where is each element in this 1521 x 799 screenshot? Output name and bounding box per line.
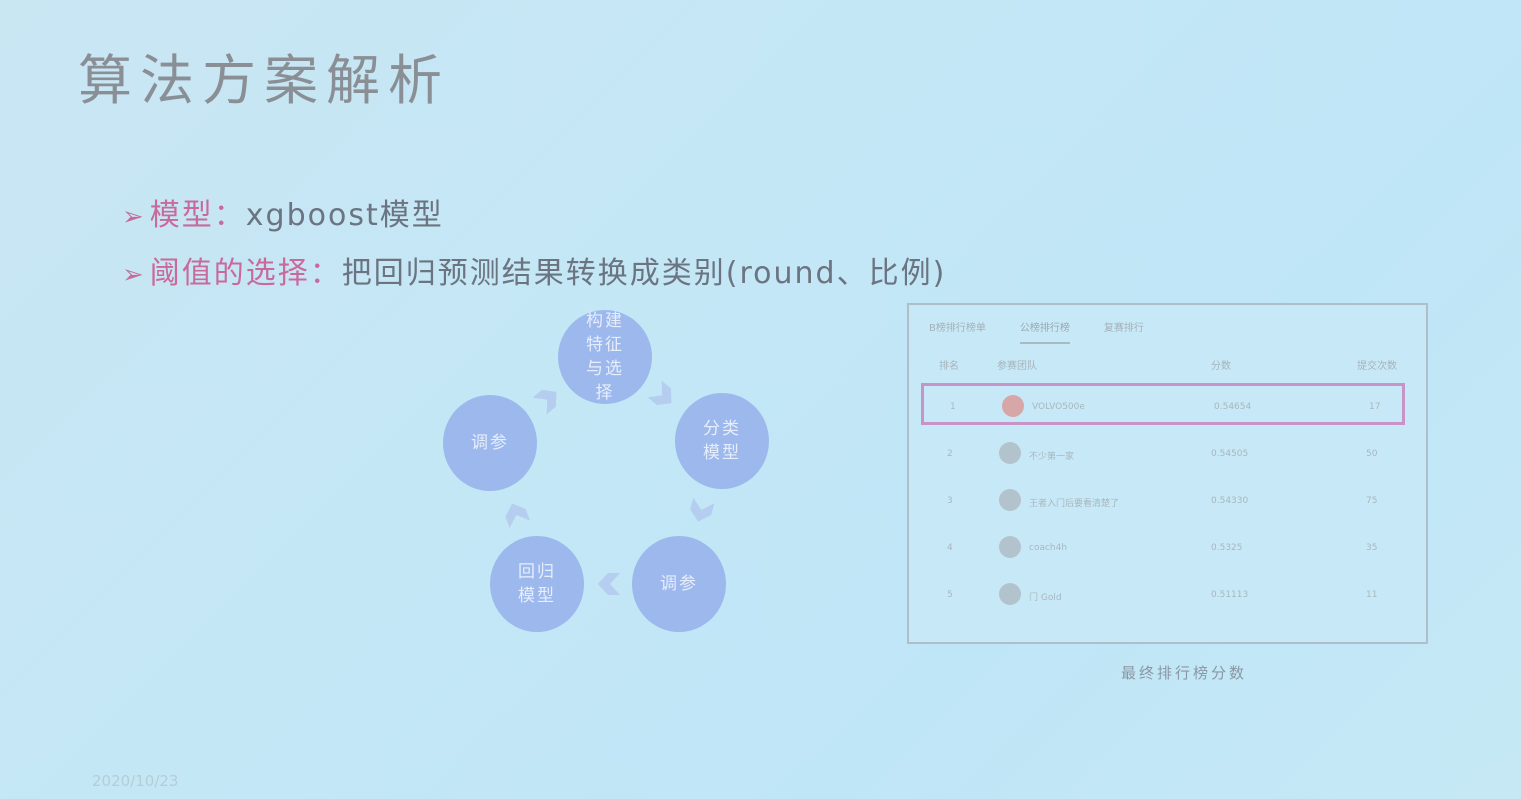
score: 0.54330 (1211, 496, 1249, 506)
node-feature: 构建 特征 与选 择 (558, 310, 652, 404)
node-label: 构建 特征 与选 择 (586, 311, 624, 403)
col-team: 参赛团队 (997, 361, 1037, 372)
rank: 2 (947, 449, 953, 459)
leaderboard-tabs: B榜排行榜单 公榜排行榜 复赛排行 (929, 319, 1144, 344)
tab-rematch-leaderboard: 复赛排行 (1103, 323, 1144, 334)
col-rank: 排名 (939, 361, 959, 372)
table-row: 4 coach4h 0.5325 35 (921, 527, 1405, 569)
node-label: 调参 (471, 433, 509, 453)
node-tune-1: 调参 (632, 536, 726, 632)
tab-public-leaderboard: 公榜排行榜 (1019, 319, 1070, 344)
rank: 4 (947, 543, 953, 553)
team-name: 王者入门后要看清楚了 (1029, 499, 1120, 509)
score: 0.51113 (1211, 590, 1249, 600)
team-name: 不少第一家 (1029, 452, 1075, 462)
submit-count: 50 (1366, 449, 1378, 459)
submit-count: 35 (1366, 543, 1378, 553)
table-row: 3 王者入门后要看清楚了 0.54330 75 (921, 480, 1405, 522)
rank: 5 (947, 590, 953, 600)
cycle-arrow-icon (688, 498, 715, 525)
rank: 1 (950, 402, 956, 412)
cycle-arrow-icon (598, 573, 620, 595)
rank: 3 (947, 496, 953, 506)
table-row: 5 门 Gold 0.51113 11 (921, 574, 1405, 616)
node-tune-2: 调参 (443, 395, 537, 491)
leaderboard-screenshot: B榜排行榜单 公榜排行榜 复赛排行 排名 参赛团队 分数 提交次数 1 VOLV… (907, 303, 1428, 644)
score: 0.54654 (1214, 402, 1252, 412)
team-name: VOLVO500e (1032, 402, 1085, 412)
slide-date: 2020/10/23 (92, 772, 179, 790)
score: 0.5325 (1211, 543, 1243, 553)
node-classification: 分类 模型 (675, 393, 769, 489)
node-label: 分类 模型 (703, 419, 741, 463)
avatar (999, 442, 1021, 464)
col-score: 分数 (1211, 361, 1231, 372)
avatar (999, 583, 1021, 605)
submit-count: 75 (1366, 496, 1378, 506)
col-submits: 提交次数 (1357, 361, 1397, 372)
node-label: 调参 (660, 574, 698, 594)
submit-count: 11 (1366, 590, 1378, 600)
node-label: 回归 模型 (518, 562, 556, 606)
team-name: coach4h (1029, 543, 1068, 553)
team-name: 门 Gold (1029, 593, 1062, 603)
table-row: 1 VOLVO500e 0.54654 17 (921, 383, 1405, 425)
avatar (999, 489, 1021, 511)
avatar (1002, 395, 1024, 417)
table-row: 2 不少第一家 0.54505 50 (921, 433, 1405, 475)
score: 0.54505 (1211, 449, 1249, 459)
avatar (999, 536, 1021, 558)
node-regression: 回归 模型 (490, 536, 584, 632)
cycle-arrow-icon (533, 384, 564, 415)
tab-b-leaderboard: B榜排行榜单 (929, 323, 986, 334)
leaderboard-caption: 最终排行榜分数 (1121, 664, 1248, 682)
cycle-arrow-icon (502, 500, 530, 528)
submit-count: 17 (1369, 402, 1381, 412)
cycle-arrow-icon (648, 381, 679, 412)
